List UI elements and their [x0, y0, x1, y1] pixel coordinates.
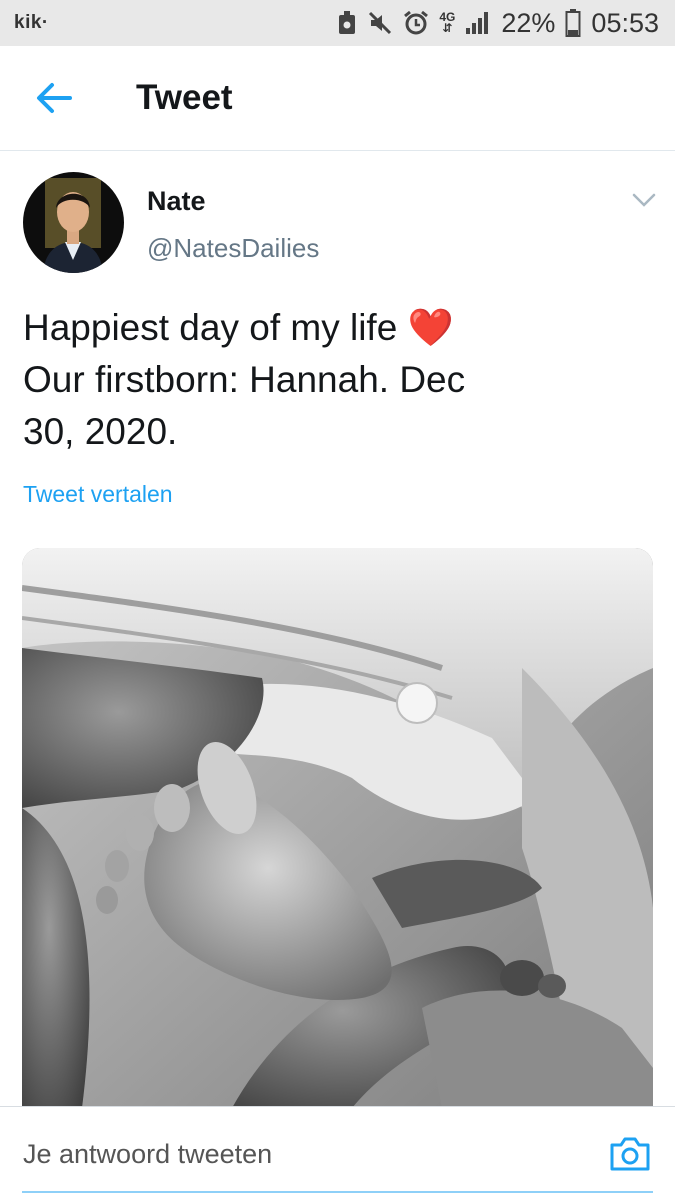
signal-icon — [465, 11, 491, 35]
author-handle[interactable]: @NatesDailies — [147, 233, 319, 264]
screenshot-icon — [337, 10, 357, 36]
mute-icon — [367, 10, 393, 36]
reply-underline — [22, 1191, 653, 1193]
page-title: Tweet — [136, 78, 233, 117]
clock: 05:53 — [591, 7, 659, 38]
tweet-menu-button[interactable] — [630, 190, 658, 210]
camera-icon — [610, 1137, 650, 1171]
reply-input[interactable] — [23, 1139, 543, 1170]
alarm-icon — [403, 10, 429, 36]
heart-emoji: ❤️ — [407, 307, 454, 348]
tweet-text: Happiest day of my life ❤️ Our firstborn… — [23, 302, 543, 458]
tweet-text-line-1: Happiest day of my life — [23, 307, 408, 348]
chevron-down-icon — [632, 193, 656, 207]
battery-percent: 22% — [501, 7, 556, 38]
reply-bar — [0, 1106, 675, 1201]
tweet-text-line-3: 30, 2020. — [23, 411, 178, 452]
tweet-photo[interactable] — [22, 548, 653, 1108]
author-name[interactable]: Nate — [147, 186, 206, 217]
battery-icon — [565, 9, 581, 37]
avatar[interactable] — [23, 172, 124, 273]
network-type: 4G ⇵ — [439, 10, 456, 35]
back-button[interactable] — [34, 80, 74, 116]
status-icons: 4G ⇵ 22% 05:53 — [337, 6, 659, 40]
app-bar: Tweet — [0, 46, 675, 151]
arrow-left-icon — [37, 83, 72, 113]
camera-button[interactable] — [608, 1135, 652, 1173]
tweet-text-line-2: Our firstborn: Hannah. Dec — [23, 359, 466, 400]
kik-notification-label: kik· — [14, 12, 49, 33]
status-bar: kik· 4G ⇵ 22% 05:53 — [0, 0, 675, 46]
translate-tweet-link[interactable]: Tweet vertalen — [23, 481, 173, 508]
